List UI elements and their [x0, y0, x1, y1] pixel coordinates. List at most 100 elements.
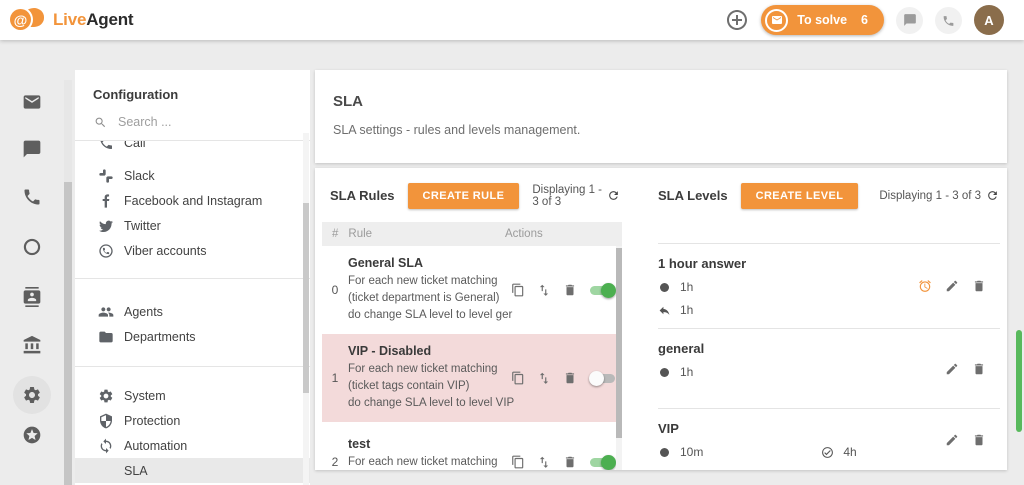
- rail-ring-icon[interactable]: [22, 237, 42, 257]
- page-title: SLA: [333, 93, 1007, 110]
- sla-content-card: SLA Rules CREATE RULE Displaying 1 - 3 o…: [315, 168, 1007, 470]
- phone-icon: [98, 141, 114, 151]
- copy-icon[interactable]: [511, 283, 525, 297]
- logo-text: LiveAgent: [53, 10, 133, 30]
- sidebar-item-twitter[interactable]: Twitter: [75, 213, 310, 238]
- delete-icon[interactable]: [563, 455, 577, 469]
- rule-condition-line: For each new ticket matching: [348, 454, 511, 471]
- rules-scrollbar[interactable]: [616, 246, 622, 470]
- add-circle-icon[interactable]: [725, 8, 749, 32]
- rail-scrollbar[interactable]: [64, 80, 72, 485]
- rule-description: General SLAFor each new ticket matching(…: [348, 246, 511, 334]
- agents-icon: [98, 304, 114, 320]
- sidebar-title: Configuration: [93, 87, 310, 102]
- avatar[interactable]: A: [974, 5, 1004, 35]
- create-level-button[interactable]: CREATE LEVEL: [741, 183, 859, 209]
- edit-icon[interactable]: [945, 279, 959, 293]
- rule-condition-line: (ticket tags contain VIP): [348, 378, 511, 395]
- rule-condition-line: For each new ticket matching: [348, 361, 511, 378]
- rule-enabled-toggle[interactable]: [589, 371, 616, 386]
- gear-icon: [98, 388, 114, 404]
- edit-icon[interactable]: [945, 433, 959, 447]
- level-row: general1h: [658, 329, 1000, 409]
- sidebar-item-agents[interactable]: Agents: [75, 299, 310, 324]
- first-answer-metric: 1h: [658, 280, 693, 294]
- copy-icon[interactable]: [511, 455, 525, 469]
- search-input[interactable]: [118, 115, 268, 129]
- reorder-icon[interactable]: [537, 283, 551, 297]
- sla-rules-pane: SLA Rules CREATE RULE Displaying 1 - 3 o…: [315, 168, 622, 470]
- rail-star-icon[interactable]: [22, 425, 42, 445]
- rules-table-header: # Rule Actions: [322, 222, 622, 246]
- sidebar-item-label: Twitter: [124, 219, 161, 233]
- sidebar-item-facebook-and-instagram[interactable]: Facebook and Instagram: [75, 188, 310, 213]
- sidebar-search: [94, 115, 310, 129]
- sidebar-item-call[interactable]: Call: [75, 141, 310, 155]
- divider: [75, 278, 310, 279]
- rules-section-title: SLA Rules: [330, 188, 395, 203]
- delete-icon[interactable]: [563, 371, 577, 385]
- reorder-icon[interactable]: [537, 371, 551, 385]
- copy-icon[interactable]: [511, 371, 525, 385]
- rail-bank-icon[interactable]: [22, 335, 42, 355]
- rule-condition-line: do change SLA level to level ger: [348, 307, 511, 324]
- edit-icon[interactable]: [945, 362, 959, 376]
- sidebar-scrollbar[interactable]: [303, 133, 309, 485]
- sidebar-item-label: System: [124, 389, 166, 403]
- page-subtitle: SLA settings - rules and levels manageme…: [333, 123, 1007, 137]
- rule-description: VIP - Disabled For each new ticket matchi…: [348, 334, 511, 422]
- rule-index: 1: [322, 371, 348, 385]
- next-reply-metric: 1h: [658, 303, 693, 317]
- delete-icon[interactable]: [972, 279, 986, 293]
- sidebar-item-label: SLA: [124, 464, 148, 478]
- delete-icon[interactable]: [563, 283, 577, 297]
- liveagent-logo[interactable]: @ LiveAgent: [10, 6, 133, 34]
- reorder-icon[interactable]: [537, 455, 551, 469]
- search-icon: [94, 116, 107, 129]
- level-row: 1 hour answer1h1h: [658, 244, 1000, 329]
- alarm-icon[interactable]: [918, 279, 932, 293]
- rule-enabled-toggle[interactable]: [589, 455, 616, 470]
- call-button[interactable]: [935, 7, 962, 34]
- refresh-icon[interactable]: [986, 189, 999, 202]
- rail-phone-icon[interactable]: [22, 187, 42, 207]
- create-rule-button[interactable]: CREATE RULE: [408, 183, 520, 209]
- sidebar-item-viber-accounts[interactable]: Viber accounts: [75, 238, 310, 263]
- sidebar-item-automation[interactable]: Automation: [75, 433, 310, 458]
- delete-icon[interactable]: [972, 433, 986, 447]
- to-solve-button[interactable]: To solve 6: [761, 5, 884, 35]
- levels-section-title: SLA Levels: [658, 188, 728, 203]
- rule-title: VIP - Disabled: [348, 344, 511, 358]
- sidebar-item-label: Facebook and Instagram: [124, 194, 262, 208]
- delete-icon[interactable]: [972, 362, 986, 376]
- rail-contacts-icon[interactable]: [22, 287, 42, 307]
- dot-icon: [660, 368, 669, 377]
- rule-row: 0General SLAFor each new ticket matching…: [322, 246, 622, 334]
- chat-button[interactable]: [896, 7, 923, 34]
- sidebar-item-label: Slack: [124, 169, 155, 183]
- rule-enabled-toggle[interactable]: [589, 283, 616, 298]
- rule-title: test: [348, 437, 511, 451]
- rule-index: 0: [322, 283, 348, 297]
- envelope-badge-icon: [765, 9, 788, 32]
- rule-row: 2testFor each new ticket matching(ticket…: [322, 422, 622, 470]
- twitter-icon: [98, 218, 114, 234]
- rule-description: testFor each new ticket matching(ticket …: [348, 427, 511, 471]
- chat-icon: [903, 13, 917, 27]
- rail-chat-icon[interactable]: [22, 139, 42, 159]
- sidebar-item-protection[interactable]: Protection: [75, 408, 310, 433]
- sidebar-item-system[interactable]: System: [75, 383, 310, 408]
- chat-widget-tab[interactable]: [1016, 330, 1022, 432]
- logo-bubble-icon: @: [10, 6, 46, 34]
- sidebar-item-slack[interactable]: Slack: [75, 163, 310, 188]
- rail-mail-icon[interactable]: [22, 92, 42, 112]
- divider: [75, 366, 310, 367]
- sidebar-item-label: Automation: [124, 439, 187, 453]
- refresh-icon[interactable]: [607, 189, 620, 202]
- sync-icon: [98, 438, 114, 454]
- slack-icon: [98, 168, 114, 184]
- level-row: VIP10m4h: [658, 409, 1000, 471]
- sidebar-item-departments[interactable]: Departments: [75, 324, 310, 349]
- sidebar-item-sla[interactable]: SLA: [75, 458, 310, 483]
- rail-gear-icon[interactable]: [22, 385, 42, 405]
